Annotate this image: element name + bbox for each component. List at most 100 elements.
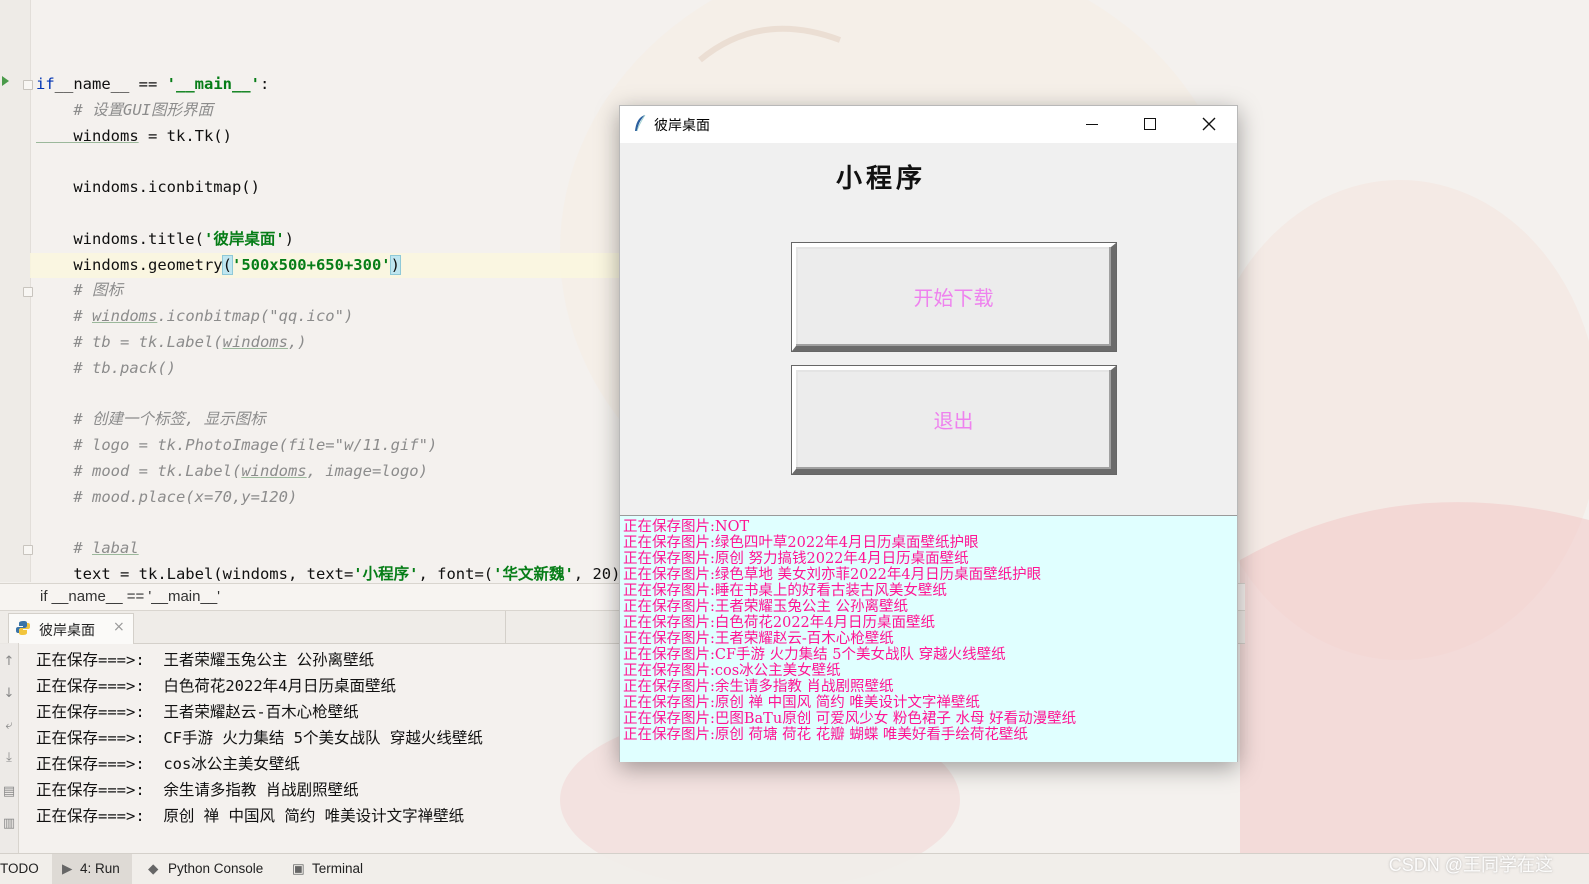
terminal-icon: ▣ (292, 861, 305, 876)
window-titlebar[interactable]: 彼岸桌面 (620, 106, 1237, 143)
code-token: windoms (36, 126, 139, 145)
log-line: 正在保存图片:原创 荷塘 荷花 花瓣 蝴蝶 唯美好看手绘荷花壁纸 (623, 727, 1028, 743)
code-token: # (36, 307, 92, 326)
log-line: 正在保存图片:睡在书桌上的好看古装古风美女壁纸 (623, 583, 947, 599)
arrow-down-icon[interactable]: ↓ (2, 687, 16, 701)
run-tool-tab[interactable]: 4: Run (80, 861, 120, 876)
maximize-button[interactable] (1121, 106, 1179, 143)
log-line: 正在保存图片:NOT (623, 519, 750, 535)
code-token: __name__ == (54, 75, 167, 93)
close-button[interactable] (1179, 106, 1237, 143)
console-line: 正在保存===>: 王者荣耀玉兔公主 公孙离壁纸 (36, 651, 375, 669)
code-token: : (259, 75, 270, 93)
run-tab[interactable]: 彼岸桌面 × (8, 613, 134, 644)
code-line[interactable]: # 设置GUI图形界面 (36, 100, 213, 120)
code-token: windoms (222, 333, 288, 351)
trash-icon[interactable]: ▥ (2, 817, 16, 831)
code-token: text = tk.Label(windoms, text= (36, 565, 354, 582)
minimize-button[interactable] (1063, 106, 1121, 143)
arrow-up-icon[interactable]: ↑ (2, 655, 16, 669)
breadcrumb-label[interactable]: if __name__ == '__main__' (40, 588, 220, 605)
feather-icon (635, 114, 646, 132)
soft-wrap-icon[interactable]: ⤶ (2, 719, 16, 733)
log-line: 正在保存图片:绿色草地 美女刘亦菲2022年4月日历桌面壁纸护眼 (623, 567, 1042, 583)
close-icon[interactable]: × (113, 619, 125, 635)
console-line: 正在保存===>: 余生请多指教 肖战剧照壁纸 (36, 781, 359, 799)
console-line: 正在保存===>: CF手游 火力集结 5个美女战队 穿越火线壁纸 (36, 729, 483, 747)
console-line: 正在保存===>: 王者荣耀赵云-百木心枪壁纸 (36, 703, 359, 721)
download-log-text[interactable]: 正在保存图片:NOT 正在保存图片:绿色四叶草2022年4月日历桌面壁纸护眼 正… (620, 515, 1237, 762)
minimize-icon (1086, 124, 1098, 125)
run-console[interactable]: 正在保存===>: 王者荣耀玉兔公主 公孙离壁纸 正在保存===>: 白色荷花2… (18, 643, 618, 853)
log-line: 正在保存图片:王者荣耀赵云-百木心枪壁纸 (623, 631, 894, 647)
code-line[interactable]: windoms = tk.Tk() (36, 126, 232, 146)
start-download-button[interactable]: 开始下载 (792, 243, 1116, 351)
python-console-tab[interactable]: Python Console (168, 861, 263, 876)
close-icon (1202, 117, 1216, 131)
code-line[interactable]: # tb = tk.Label(windoms,) (36, 332, 307, 352)
code-token: ) (389, 254, 402, 275)
divider (505, 611, 506, 643)
code-token: # 图标 (36, 281, 123, 300)
code-token: .iconbitmap("qq.ico") (157, 307, 354, 326)
log-line: 正在保存图片:cos冰公主美女壁纸 (623, 663, 841, 679)
todo-tab[interactable]: TODO (0, 861, 39, 876)
log-line: 正在保存图片:王者荣耀玉兔公主 公孙离壁纸 (623, 599, 908, 615)
code-token: ( (221, 254, 234, 275)
code-token: windoms (92, 307, 158, 326)
code-token: # mood = tk.Label( (36, 462, 242, 480)
code-token: # tb.pack() (36, 358, 176, 377)
watermark: CSDN @王同学在这 (1388, 855, 1553, 875)
code-line[interactable]: windoms.geometry('500x500+650+300') (36, 254, 402, 275)
code-token: labal (92, 539, 139, 558)
exit-button[interactable]: 退出 (792, 366, 1116, 474)
code-token: ) (284, 229, 294, 248)
run-tab-label: 彼岸桌面 (39, 622, 95, 638)
code-token: windoms.title( (36, 229, 204, 248)
run-gutter-icon[interactable] (2, 76, 9, 86)
terminal-tab[interactable]: Terminal (312, 861, 363, 876)
code-token: windoms (241, 462, 307, 480)
code-token: ,) (287, 333, 307, 351)
code-line[interactable]: # 创建一个标签, 显示图标 (36, 409, 265, 429)
code-line[interactable]: # mood = tk.Label(windoms, image=logo) (36, 461, 428, 481)
code-line[interactable]: # 图标 (36, 280, 123, 300)
code-line[interactable]: # logo = tk.PhotoImage(file="w/11.gif") (36, 435, 437, 455)
code-line[interactable]: if__name__ == '__main__': (36, 74, 269, 94)
log-line: 正在保存图片:原创 禅 中国风 简约 唯美设计文字禅壁纸 (623, 695, 980, 711)
log-line: 正在保存图片:绿色四叶草2022年4月日历桌面壁纸护眼 (623, 535, 979, 551)
console-line: 正在保存===>: 原创 禅 中国风 简约 唯美设计文字禅壁纸 (36, 807, 465, 825)
code-token: '500x500+650+300' (231, 255, 391, 274)
code-line[interactable]: # mood.place(x=70,y=120) (36, 487, 297, 507)
print-icon[interactable]: ▤ (2, 785, 16, 799)
code-line[interactable]: # labal (36, 538, 139, 558)
code-token: windoms.iconbitmap() (36, 178, 260, 197)
log-line: 正在保存图片:原创 努力搞钱2022年4月日历桌面壁纸 (623, 551, 969, 567)
python-console-icon: ◆ (148, 861, 159, 876)
console-line: 正在保存===>: cos冰公主美女壁纸 (36, 755, 300, 773)
code-token: # logo = tk.PhotoImage(file="w/11.gif") (36, 436, 438, 455)
run-toolbar: ↑ ↓ ⤶ ⤓ ▤ ▥ (0, 643, 19, 853)
code-editor[interactable]: if__name__ == '__main__': # 设置GUI图形界面 wi… (30, 0, 620, 582)
log-line: 正在保存图片:CF手游 火力集结 5个美女战队 穿越火线壁纸 (623, 647, 1006, 663)
python-icon (16, 621, 30, 635)
code-line[interactable]: # tb.pack() (36, 358, 176, 378)
code-line[interactable]: windoms.iconbitmap() (36, 177, 260, 197)
scroll-to-end-icon[interactable]: ⤓ (2, 751, 16, 765)
code-line[interactable]: text = tk.Label(windoms, text='小程序', fon… (36, 564, 620, 582)
tool-window-bar: TODO ▶ 4: Run ◆ Python Console ▣ Termina… (0, 853, 1589, 884)
code-token: # (36, 539, 92, 558)
code-token: '小程序' (353, 565, 419, 582)
code-line[interactable]: # windoms.iconbitmap("qq.ico") (36, 306, 353, 326)
editor-gutter (0, 0, 33, 582)
code-line[interactable]: windoms.title('彼岸桌面') (36, 229, 294, 249)
maximize-icon (1144, 118, 1156, 130)
log-line: 正在保存图片:余生请多指教 肖战剧照壁纸 (623, 679, 894, 695)
code-token: # 设置GUI图形界面 (36, 100, 213, 119)
window-title: 彼岸桌面 (654, 117, 710, 133)
code-token: , image=logo) (306, 462, 428, 480)
log-line: 正在保存图片:白色荷花2022年4月日历桌面壁纸 (623, 615, 936, 631)
code-token: windoms.geometry (36, 255, 223, 274)
code-token: '华文新魏' (493, 565, 574, 582)
code-token: # tb = tk.Label( (36, 333, 223, 351)
